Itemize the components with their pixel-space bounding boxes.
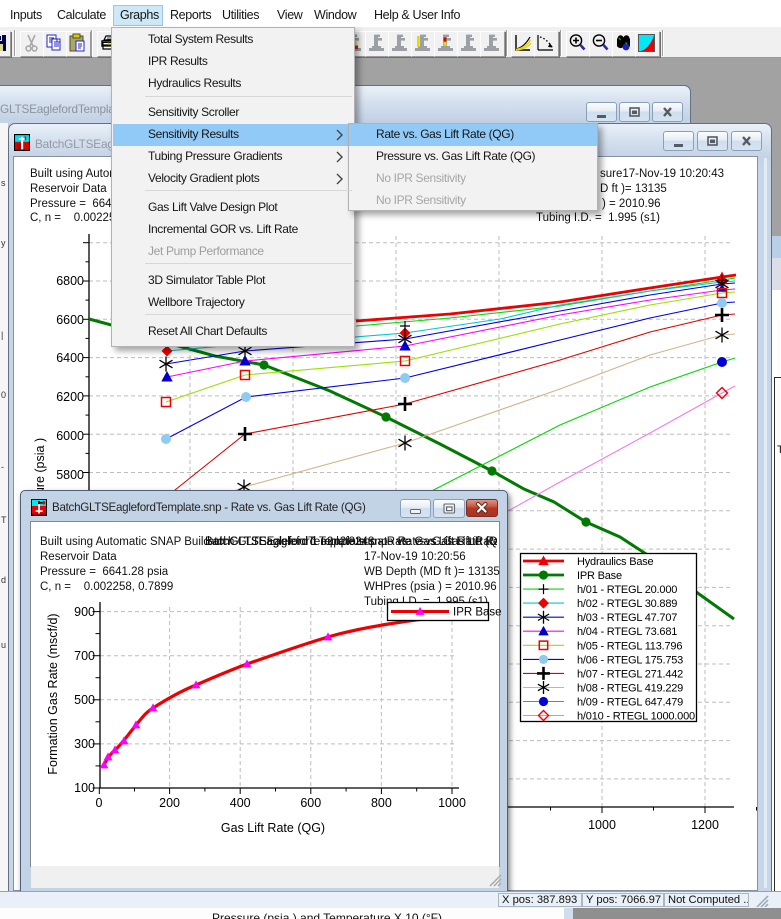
- svg-text:900: 900: [74, 605, 95, 619]
- svg-text:1000: 1000: [438, 796, 466, 810]
- svg-text:Gas Lift Rate (QG): Gas Lift Rate (QG): [221, 821, 325, 835]
- svg-text:700: 700: [74, 649, 95, 663]
- svg-text:200: 200: [159, 796, 180, 810]
- svg-text:800: 800: [371, 796, 392, 810]
- svg-text:IPR Base: IPR Base: [453, 607, 502, 619]
- svg-text:100: 100: [74, 781, 95, 795]
- svg-text:500: 500: [74, 693, 95, 707]
- svg-text:600: 600: [300, 796, 321, 810]
- svg-text:Formation Gas Rate (mscf/d): Formation Gas Rate (mscf/d): [46, 613, 60, 774]
- svg-text:0: 0: [96, 796, 103, 810]
- svg-text:400: 400: [230, 796, 251, 810]
- svg-text:300: 300: [74, 737, 95, 751]
